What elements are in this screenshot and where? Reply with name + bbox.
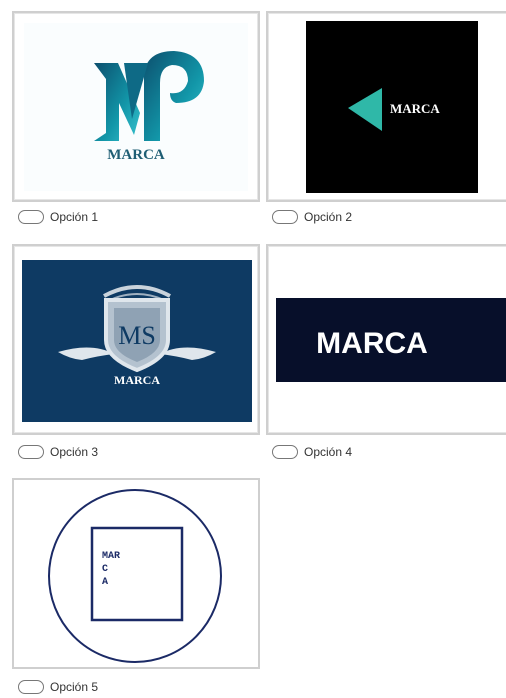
logo-image-1: MARCA — [24, 23, 248, 191]
logo-image-5: MAR C A — [14, 480, 258, 667]
brand-text-3: MARCA — [114, 373, 160, 387]
option-4[interactable]: Opción 4 — [272, 443, 352, 461]
radio-button-2[interactable] — [272, 210, 298, 224]
monogram-text-3: MS — [118, 321, 156, 350]
option-label-1: Opción 1 — [50, 210, 99, 224]
triangle-logo: MARCA — [348, 88, 440, 131]
option-1[interactable]: Opción 1 — [18, 208, 98, 226]
crest-logo: MS MARCA — [58, 285, 216, 387]
option-label-4: Opción 4 — [304, 445, 353, 459]
triangle-icon — [348, 88, 382, 131]
option-card-5[interactable]: MAR C A — [12, 478, 260, 669]
brand-line-2: C — [102, 564, 108, 575]
option-card-3[interactable]: MS MARCA — [12, 244, 260, 435]
radio-button-5[interactable] — [18, 680, 44, 694]
circle-square-logo: MAR C A — [48, 489, 222, 663]
option-3[interactable]: Opción 3 — [18, 443, 98, 461]
option-card-2[interactable]: MARCA — [266, 11, 506, 202]
option-card-4[interactable]: MARCA — [266, 244, 506, 435]
option-card-1[interactable]: MARCA — [12, 11, 260, 202]
option-5[interactable]: Opción 5 — [18, 678, 98, 696]
m-monogram-logo: MARCA — [94, 51, 204, 163]
option-label-5: Opción 5 — [50, 680, 99, 694]
brand-text-4: MARCA — [316, 327, 428, 360]
marca-wordmark-logo: MARCA — [316, 327, 428, 360]
logo-image-2: MARCA — [306, 21, 478, 193]
radio-button-3[interactable] — [18, 445, 44, 459]
brand-line-3: A — [102, 577, 108, 588]
option-label-2: Opción 2 — [304, 210, 353, 224]
radio-button-1[interactable] — [18, 210, 44, 224]
brand-text-2: MARCA — [390, 101, 440, 116]
brand-text-1: MARCA — [107, 147, 165, 163]
option-label-3: Opción 3 — [50, 445, 99, 459]
brand-line-1: MAR — [102, 551, 120, 562]
logo-image-4: MARCA — [276, 298, 506, 382]
radio-button-4[interactable] — [272, 445, 298, 459]
logo-image-3: MS MARCA — [22, 260, 252, 422]
option-2[interactable]: Opción 2 — [272, 208, 352, 226]
